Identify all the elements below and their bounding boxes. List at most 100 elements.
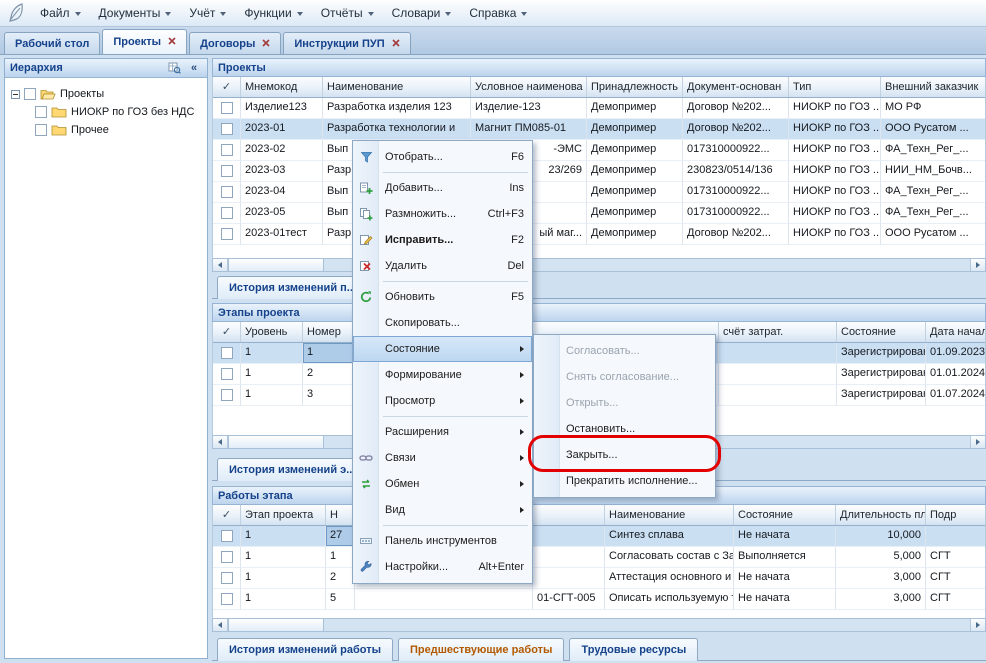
table-cell[interactable]: 3 <box>303 385 355 406</box>
table-cell[interactable]: 01-СГТ-005 <box>533 589 605 610</box>
table-cell[interactable]: НИИ_НМ_Бочв... <box>881 161 986 182</box>
table-cell[interactable] <box>719 343 837 364</box>
row-checkbox[interactable] <box>221 368 233 380</box>
table-row[interactable]: 11Согласовать состав с ЗаказчикомВыполня… <box>213 547 986 568</box>
expander-minus-icon[interactable] <box>11 90 20 99</box>
table-cell[interactable]: Выполняется <box>734 547 836 568</box>
column-header[interactable]: Длительность план <box>836 505 926 525</box>
table-cell[interactable]: Зарегистрирован <box>837 385 926 406</box>
table-cell[interactable]: 27 <box>326 526 355 547</box>
table-cell[interactable]: 2 <box>326 568 355 589</box>
table-cell[interactable]: Не начата <box>734 526 836 547</box>
tab-history-stage-changes[interactable]: История изменений э... <box>217 458 367 481</box>
context-menu-item[interactable]: УдалитьDel <box>353 253 532 279</box>
scroll-right-button[interactable] <box>970 436 985 448</box>
table-row[interactable]: 2023-03Разр23/269Демопример230823/0514/1… <box>213 161 986 182</box>
table-cell[interactable]: 2023-01 <box>241 119 323 140</box>
select-all-column-header[interactable]: ✓ <box>213 77 241 97</box>
table-cell[interactable]: 017310000922... <box>683 182 789 203</box>
select-all-column-header[interactable]: ✓ <box>213 505 241 525</box>
table-row[interactable]: 12Аттестация основного и примесног...Не … <box>213 568 986 589</box>
table-cell[interactable]: Демопример <box>587 203 683 224</box>
table-cell[interactable]: СГТ <box>926 589 986 610</box>
column-header[interactable]: Документ-основан <box>683 77 789 97</box>
table-cell[interactable]: 2023-05 <box>241 203 323 224</box>
row-checkbox[interactable] <box>221 207 233 219</box>
row-select-cell[interactable] <box>213 568 241 589</box>
table-cell[interactable]: НИОКР по ГОЗ ... <box>789 98 881 119</box>
menubar-item[interactable]: Функции <box>235 0 311 26</box>
column-header[interactable]: Принадлежность <box>587 77 683 97</box>
table-cell[interactable]: Зарегистрирован <box>837 364 926 385</box>
row-select-cell[interactable] <box>213 589 241 610</box>
table-cell[interactable]: 10,000 <box>836 526 926 547</box>
row-select-cell[interactable] <box>213 203 241 224</box>
table-cell[interactable] <box>719 385 837 406</box>
table-cell[interactable] <box>533 568 605 589</box>
table-cell[interactable]: 1 <box>241 385 303 406</box>
row-checkbox[interactable] <box>221 144 233 156</box>
submenu-item[interactable]: Прекратить исполнение... <box>534 468 715 494</box>
submenu-item[interactable]: Остановить... <box>534 416 715 442</box>
context-menu-item[interactable]: Исправить...F2 <box>353 227 532 253</box>
scroll-left-button[interactable] <box>213 259 228 271</box>
column-header[interactable]: Подр <box>926 505 986 525</box>
table-cell[interactable]: 1 <box>241 526 326 547</box>
document-tab[interactable]: Проекты <box>102 29 187 54</box>
menubar-item[interactable]: Отчёты <box>312 0 383 26</box>
close-tab-icon[interactable] <box>262 38 270 50</box>
table-cell[interactable]: Аттестация основного и примесног... <box>605 568 734 589</box>
row-select-cell[interactable] <box>213 98 241 119</box>
row-select-cell[interactable] <box>213 224 241 245</box>
column-header[interactable]: Состояние <box>837 322 926 342</box>
collapse-sidebar-button[interactable]: « <box>186 61 202 75</box>
table-row[interactable]: 2023-01тестРазрый маг...ДемопримерДогово… <box>213 224 986 245</box>
table-cell[interactable]: Договор №202... <box>683 224 789 245</box>
row-checkbox[interactable] <box>221 389 233 401</box>
table-cell[interactable]: Согласовать состав с Заказчиком <box>605 547 734 568</box>
context-menu-item[interactable]: Вид <box>353 497 532 523</box>
table-cell[interactable]: НИОКР по ГОЗ ... <box>789 182 881 203</box>
row-checkbox[interactable] <box>221 347 233 359</box>
column-header[interactable]: Мнемокод <box>241 77 323 97</box>
column-header[interactable]: Наименование <box>323 77 471 97</box>
table-cell[interactable] <box>926 526 986 547</box>
column-header[interactable]: Дата начала план <box>926 322 986 342</box>
tree-item[interactable]: Проекты <box>5 85 207 103</box>
table-cell[interactable]: 1 <box>241 568 326 589</box>
works-h-scrollbar[interactable] <box>212 618 986 632</box>
column-header[interactable]: Н <box>326 505 355 525</box>
scroll-right-button[interactable] <box>970 619 985 631</box>
table-cell[interactable] <box>719 364 837 385</box>
menubar-item[interactable]: Справка <box>460 0 536 26</box>
context-menu-item[interactable]: Состояние <box>353 336 532 362</box>
table-cell[interactable]: 2 <box>303 364 355 385</box>
table-cell[interactable]: 01.01.2024 <box>926 364 986 385</box>
table-cell[interactable]: 2023-04 <box>241 182 323 203</box>
menubar-item[interactable]: Документы <box>90 0 181 26</box>
tree-checkbox[interactable] <box>24 88 36 100</box>
tree-item[interactable]: Прочее <box>5 121 207 139</box>
tree-item[interactable]: НИОКР по ГОЗ без НДС <box>5 103 207 121</box>
table-cell[interactable]: 1 <box>241 547 326 568</box>
tree-checkbox[interactable] <box>35 106 47 118</box>
table-cell[interactable]: 2023-02 <box>241 140 323 161</box>
table-cell[interactable]: 1 <box>241 343 303 364</box>
table-cell[interactable]: Договор №202... <box>683 98 789 119</box>
table-cell[interactable]: 1 <box>303 343 355 364</box>
table-cell[interactable]: 5,000 <box>836 547 926 568</box>
table-cell[interactable]: Магнит ПМ085-01 <box>471 119 587 140</box>
table-cell[interactable] <box>533 547 605 568</box>
scrollbar-thumb[interactable] <box>228 619 324 631</box>
row-checkbox[interactable] <box>221 165 233 177</box>
row-select-cell[interactable] <box>213 119 241 140</box>
tree-checkbox[interactable] <box>35 124 47 136</box>
table-row[interactable]: 127 Синтез сплаваНе начата10,000 <box>213 526 986 547</box>
table-cell[interactable]: ФА_Техн_Рег_... <box>881 203 986 224</box>
table-cell[interactable]: 01.09.2023 <box>926 343 986 364</box>
column-header[interactable]: Этап проекта <box>241 505 326 525</box>
table-cell[interactable]: Синтез сплава <box>605 526 734 547</box>
close-tab-icon[interactable] <box>168 36 176 48</box>
row-select-cell[interactable] <box>213 364 241 385</box>
table-cell[interactable]: Изделие-123 <box>471 98 587 119</box>
